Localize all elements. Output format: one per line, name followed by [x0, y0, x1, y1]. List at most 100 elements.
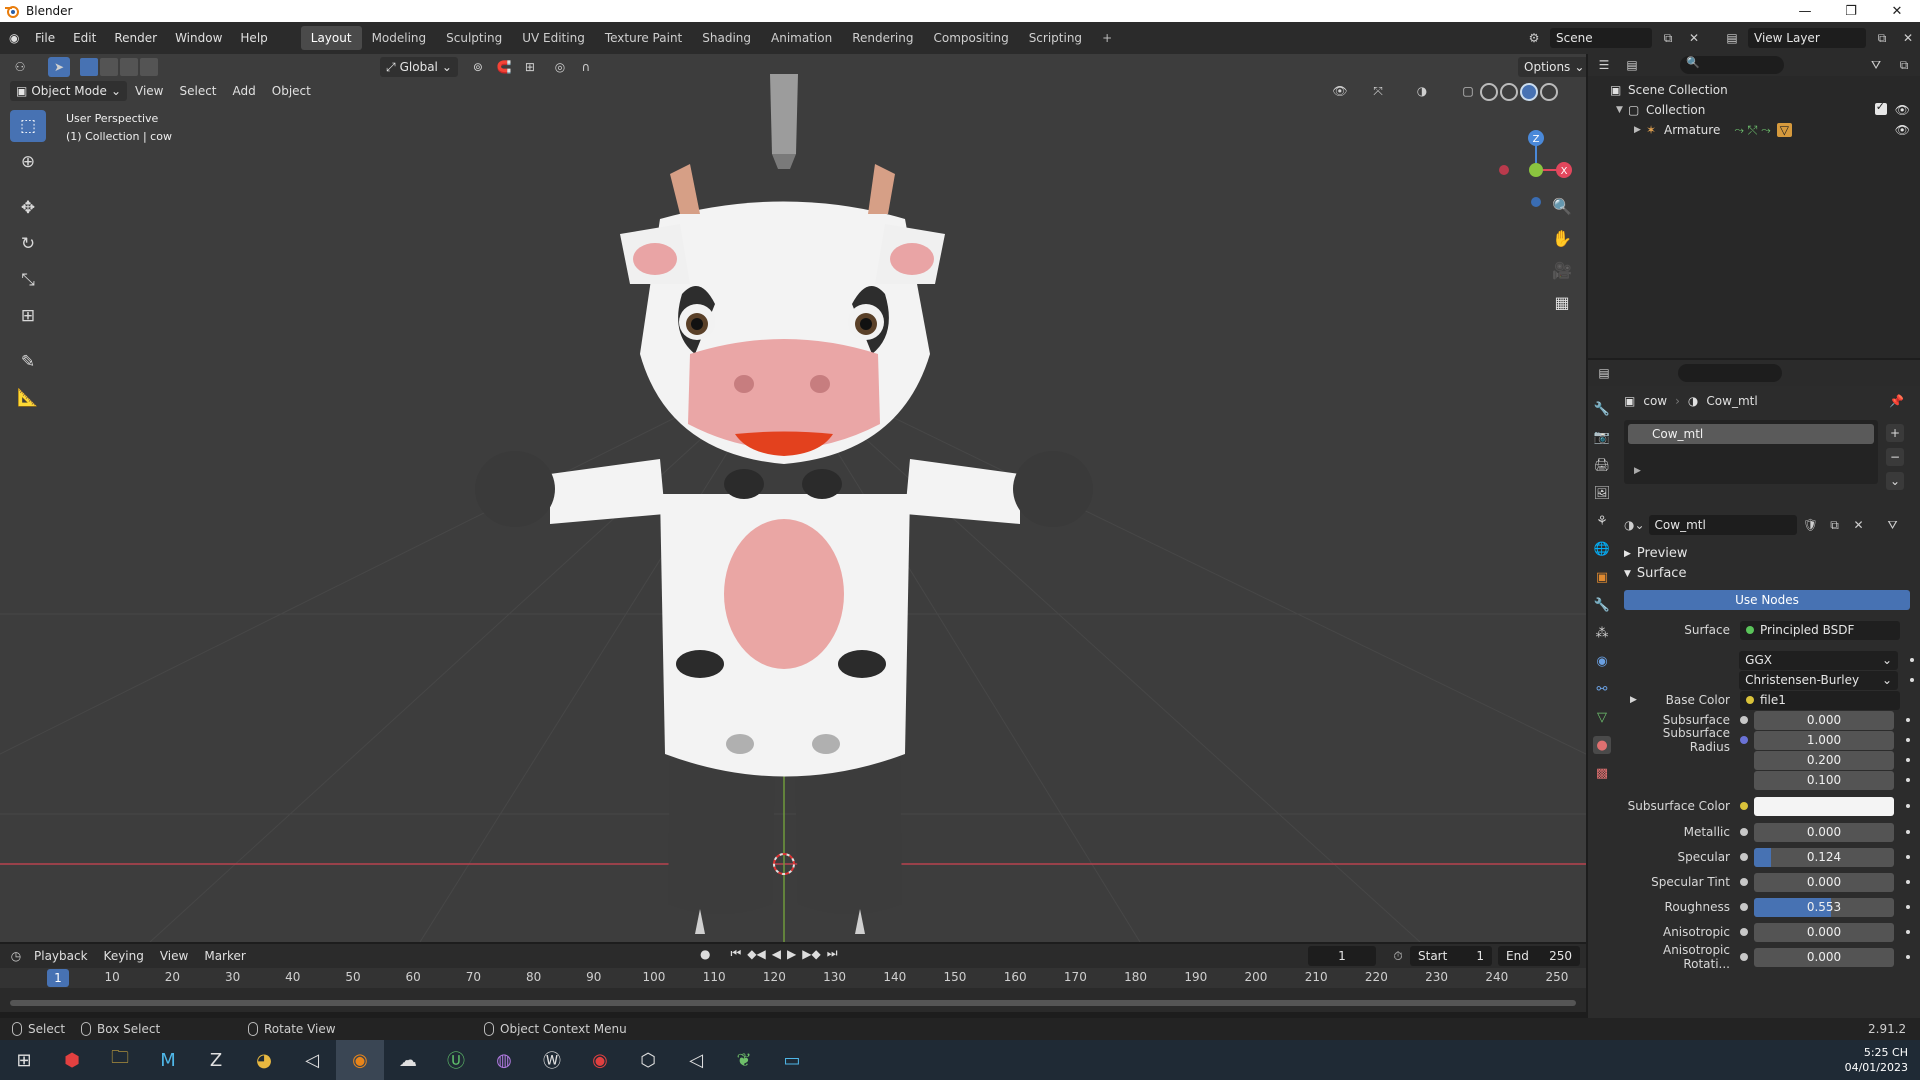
subsurface-field[interactable]: 0.000 — [1754, 710, 1894, 730]
end-frame-field[interactable]: End 250 — [1498, 946, 1580, 966]
tab-scripting[interactable]: Scripting — [1019, 26, 1092, 50]
slot-specials-icon[interactable]: ⌄ — [1886, 472, 1904, 490]
snap-icon[interactable]: 🧲 — [494, 57, 514, 77]
zbrush-icon[interactable]: Z — [192, 1040, 240, 1080]
app-w-icon[interactable]: Ⓦ — [528, 1040, 576, 1080]
options-dropdown[interactable]: Options ⌄ — [1518, 57, 1586, 77]
file-explorer-icon[interactable]: 🗀 — [96, 1040, 144, 1080]
editor-type-icon[interactable]: ⚇ — [10, 57, 30, 77]
timeline-menu-view[interactable]: View — [152, 949, 196, 963]
frame-ruler[interactable]: 1 10 20 30 40 50 60 70 80 90 100 110 120 130 140 150 160… — [0, 968, 1586, 988]
scene-tab-icon[interactable]: ⚘ — [1593, 512, 1611, 530]
tab-modeling[interactable]: Modeling — [362, 26, 437, 50]
solid-shading-icon[interactable] — [1500, 83, 1518, 101]
tab-uv-editing[interactable]: UV Editing — [512, 26, 595, 50]
annotate-tool-icon[interactable]: ✎ — [10, 346, 46, 378]
select-tool-icon[interactable]: ➤ — [48, 57, 70, 77]
pin-icon[interactable]: 📌 — [1889, 394, 1904, 408]
snap-target-icon[interactable]: ⊞ — [520, 57, 540, 77]
start-frame-field[interactable]: Start 1 — [1410, 946, 1492, 966]
subsurface-color-swatch[interactable] — [1754, 796, 1894, 816]
y-axis-icon[interactable] — [1529, 163, 1543, 177]
anisotropic-field[interactable]: 0.000 — [1754, 922, 1894, 942]
prev-keyframe-icon[interactable]: ◆◀ — [747, 947, 765, 961]
close-icon[interactable]: ✕ — [1874, 4, 1920, 19]
timeline-menu-playback[interactable]: Playback — [26, 949, 96, 963]
preview-panel-header[interactable]: ▶ Preview — [1624, 546, 1688, 561]
record-icon[interactable]: ● — [700, 947, 710, 961]
material-filter-icon[interactable]: ⛛ — [1883, 515, 1903, 535]
falloff-icon[interactable]: ∩ — [576, 57, 596, 77]
restore-icon[interactable]: ❐ — [1828, 4, 1874, 19]
render-tab-icon[interactable]: 📷 — [1593, 428, 1611, 446]
viewport-menu-add[interactable]: Add — [225, 84, 264, 98]
select-box-tool-icon[interactable]: ⬚ — [10, 110, 46, 142]
neg-x-axis-icon[interactable] — [1499, 165, 1509, 175]
unity-hub-icon[interactable]: ◁ — [672, 1040, 720, 1080]
pan-hand-icon[interactable]: ✋ — [1548, 226, 1576, 250]
browse-material-icon[interactable]: ◑⌄ — [1624, 515, 1645, 535]
delete-scene-icon[interactable]: ✕ — [1684, 28, 1704, 48]
eye-icon[interactable]: 👁 — [1895, 103, 1910, 117]
subsurface-radius-y-field[interactable]: 0.200 — [1754, 750, 1894, 770]
outliner-row-collection[interactable]: ▼ ▢ Collection 👁 — [1588, 100, 1920, 120]
eye-icon[interactable]: 👁 — [1895, 123, 1910, 137]
move-tool-icon[interactable]: ✥ — [10, 192, 46, 224]
mode-dropdown[interactable]: ▣ Object Mode ⌄ — [10, 81, 127, 101]
material-tab-icon[interactable]: ● — [1593, 736, 1611, 754]
camera-view-icon[interactable]: 🎥 — [1548, 258, 1576, 282]
app-leaf-icon[interactable]: ❦ — [720, 1040, 768, 1080]
menu-help[interactable]: Help — [231, 31, 276, 45]
xray-icon[interactable]: ▢ — [1458, 81, 1478, 101]
measure-tool-icon[interactable]: 📐 — [10, 382, 46, 414]
material-slot-list[interactable]: Cow_mtl ▶ — [1624, 420, 1878, 484]
wireframe-shading-icon[interactable] — [1480, 83, 1498, 101]
tab-shading[interactable]: Shading — [692, 26, 761, 50]
windows-start-icon[interactable]: ⊞ — [0, 1040, 48, 1080]
playhead-frame[interactable]: 1 — [47, 969, 69, 987]
outliner-editor-icon[interactable]: ☰ — [1594, 55, 1614, 75]
cursor-tool-icon[interactable]: ⊕ — [10, 146, 46, 178]
output-tab-icon[interactable]: 🖨 — [1593, 456, 1611, 474]
properties-editor-icon[interactable]: ▤ — [1594, 363, 1614, 383]
overlays-icon[interactable]: ◑ — [1412, 81, 1432, 101]
select-invert-icon[interactable] — [140, 58, 158, 76]
menu-file[interactable]: File — [26, 31, 64, 45]
menu-render[interactable]: Render — [105, 31, 166, 45]
filter-icon[interactable]: ⛛ — [1866, 55, 1886, 75]
subsurface-method-dropdown[interactable]: Christensen-Burley ⌄ — [1739, 670, 1899, 690]
selection-mode-set[interactable] — [80, 58, 158, 76]
tab-compositing[interactable]: Compositing — [923, 26, 1018, 50]
expand-arrow-icon[interactable]: ▶ — [1630, 695, 1637, 705]
material-preview-icon[interactable] — [1520, 83, 1538, 101]
constraints-tab-icon[interactable]: ⚯ — [1593, 680, 1611, 698]
world-tab-icon[interactable]: 🌐 — [1593, 540, 1611, 558]
physics-tab-icon[interactable]: ◉ — [1593, 652, 1611, 670]
outliner-row-scene-collection[interactable]: ▣ Scene Collection — [1588, 80, 1920, 100]
subsurface-radius-x-field[interactable]: 1.000 — [1754, 730, 1894, 750]
blender-menu-icon[interactable]: ◉ — [0, 31, 26, 45]
timeline-editor-icon[interactable]: ◷ — [6, 946, 26, 966]
surface-shader-field[interactable]: Principled BSDF — [1740, 620, 1900, 640]
3d-viewport[interactable]: ⚇ ➤ ⤢ Global ⌄ ⊚ 🧲 ⊞ ◎ ∩ Options ⌄ ▣ Obj… — [0, 54, 1586, 942]
blender-taskbar-icon[interactable]: ◉ — [336, 1040, 384, 1080]
menu-edit[interactable]: Edit — [64, 31, 105, 45]
app-red-icon[interactable]: ⬢ — [48, 1040, 96, 1080]
scene-icon[interactable]: ⚙ — [1524, 28, 1544, 48]
select-subtract-icon[interactable] — [120, 58, 138, 76]
add-workspace-icon[interactable]: + — [1092, 26, 1122, 50]
ortho-grid-icon[interactable]: ▦ — [1548, 290, 1576, 314]
scene-name-field[interactable]: Scene — [1550, 28, 1652, 48]
viewport-menu-select[interactable]: Select — [171, 84, 224, 98]
specular-slider[interactable]: 0.124 — [1754, 847, 1894, 867]
app-m-icon[interactable]: M — [144, 1040, 192, 1080]
play-reverse-icon[interactable]: ◀ — [772, 947, 781, 961]
delete-view-layer-icon[interactable]: ✕ — [1898, 28, 1918, 48]
data-tab-icon[interactable]: ▽ — [1593, 708, 1611, 726]
menu-window[interactable]: Window — [166, 31, 231, 45]
timeline-menu-marker[interactable]: Marker — [196, 949, 253, 963]
clock-icon[interactable]: ⏱ — [1388, 946, 1408, 966]
collapse-arrow-icon[interactable]: ▶ — [1634, 125, 1646, 135]
visibility-icon[interactable]: 👁 — [1330, 81, 1350, 101]
tab-sculpting[interactable]: Sculpting — [436, 26, 512, 50]
